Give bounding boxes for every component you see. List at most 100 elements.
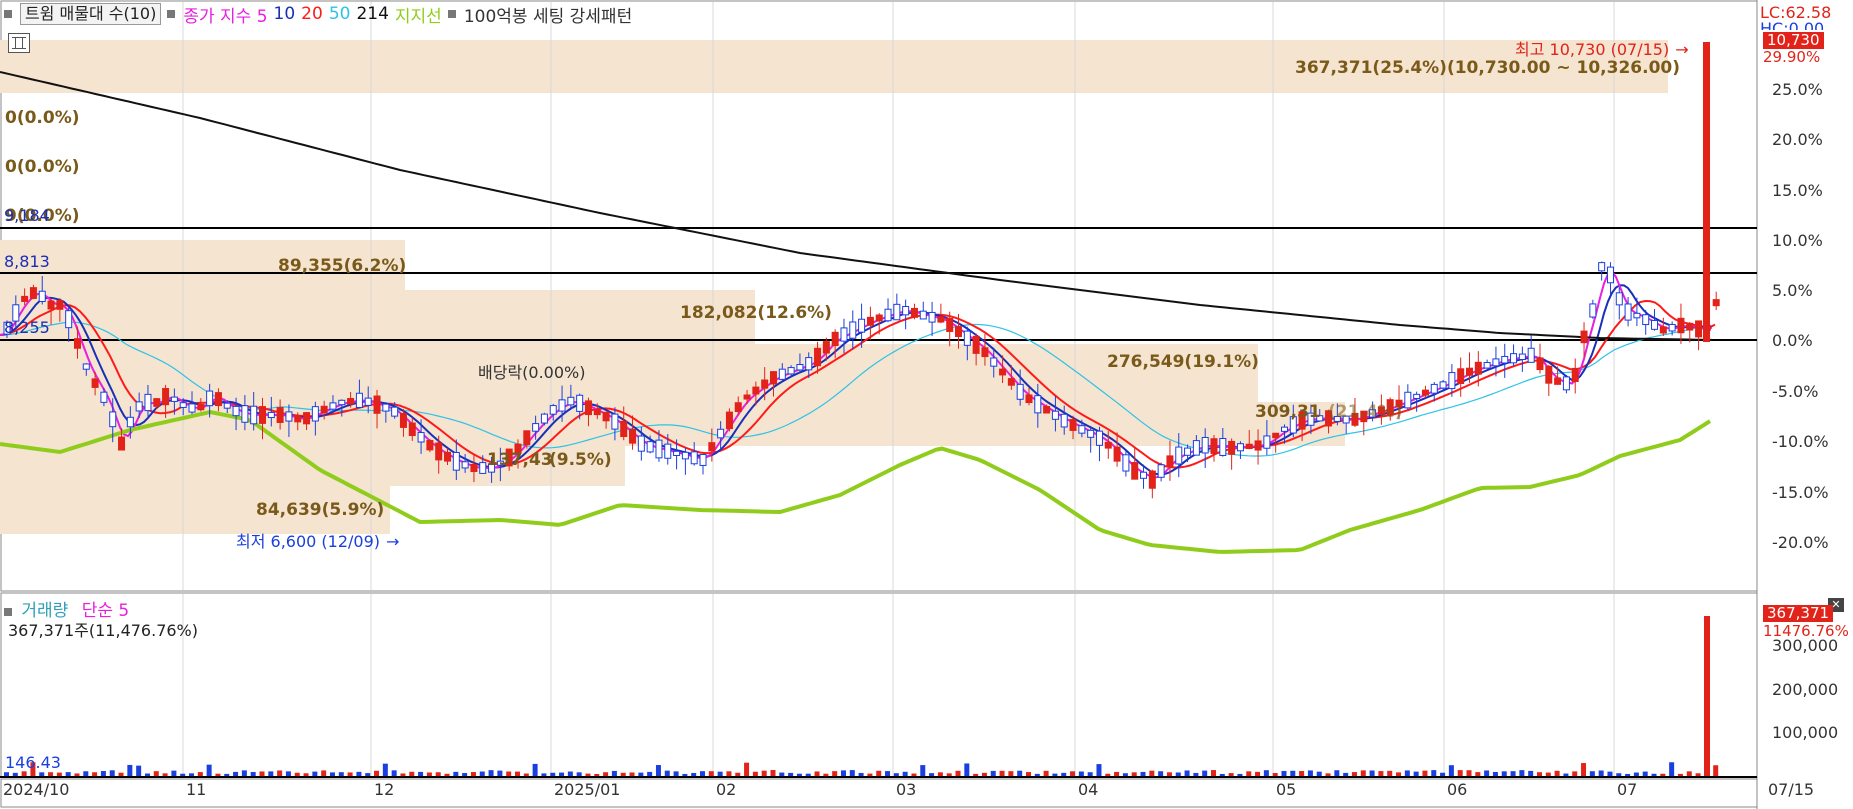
volume-bar[interactable] (1695, 773, 1701, 776)
volume-bar[interactable] (1290, 770, 1296, 776)
volume-bar[interactable] (418, 771, 424, 776)
volume-bar[interactable] (770, 770, 776, 776)
volume-bar[interactable] (541, 773, 547, 776)
volume-bar[interactable] (56, 772, 62, 776)
volume-bar[interactable] (1563, 773, 1569, 776)
volume-bar[interactable] (74, 773, 80, 776)
volume-bar[interactable] (717, 771, 723, 776)
volume-bar[interactable] (973, 773, 979, 776)
volume-bar[interactable] (1404, 770, 1410, 776)
volume-bar[interactable] (603, 772, 609, 776)
volume-bar[interactable] (559, 772, 565, 776)
volume-bar[interactable] (92, 772, 98, 776)
volume-bar[interactable] (1686, 771, 1692, 776)
volume-bar[interactable] (708, 771, 714, 776)
volume-bar[interactable] (329, 772, 335, 776)
volume-bar[interactable] (1492, 772, 1498, 776)
volume-bar[interactable] (268, 771, 274, 776)
volume-bar[interactable] (1343, 772, 1349, 776)
volume-bar[interactable] (1325, 773, 1331, 776)
volume-bar[interactable] (1131, 772, 1137, 776)
volume-bar[interactable] (1087, 772, 1093, 776)
volume-bar[interactable] (664, 770, 670, 776)
volume-bar[interactable] (1246, 771, 1252, 776)
volume-bar[interactable] (1625, 773, 1631, 776)
volume-bar[interactable] (1457, 770, 1463, 776)
volume-bar[interactable] (39, 772, 45, 776)
volume-bar[interactable] (858, 772, 864, 776)
volume-bar[interactable] (1351, 772, 1357, 776)
volume-bar[interactable] (1528, 770, 1534, 776)
volume-bar[interactable] (1598, 770, 1604, 776)
volume-bar[interactable] (1431, 770, 1437, 776)
price-legend-icon[interactable] (167, 10, 176, 18)
volume-bar[interactable] (611, 770, 617, 776)
volume-bar[interactable] (638, 772, 644, 776)
volume-bar[interactable] (1105, 773, 1111, 776)
candle-last[interactable] (1703, 42, 1710, 342)
volume-bar[interactable] (796, 773, 802, 776)
volume-bar[interactable] (700, 771, 706, 776)
volume-bar[interactable] (100, 771, 106, 776)
volume-bar[interactable] (867, 773, 873, 776)
volume-bar[interactable] (1114, 771, 1120, 776)
volume-bar[interactable] (1422, 770, 1428, 776)
volume-bar[interactable] (1369, 770, 1375, 776)
volume-bar[interactable] (1316, 771, 1322, 776)
volume-bar[interactable] (1158, 771, 1164, 776)
volume-bar[interactable] (1660, 773, 1666, 776)
volume-bar[interactable] (127, 764, 133, 776)
legend-toggle-icon[interactable] (4, 10, 12, 18)
volume-bar[interactable] (1413, 771, 1419, 776)
volume-bar[interactable] (682, 773, 688, 776)
grid-icon[interactable] (8, 33, 30, 53)
volume-bar[interactable] (876, 770, 882, 776)
volume-bar[interactable] (197, 772, 203, 776)
volume-bar[interactable] (1228, 773, 1234, 776)
volume-bar[interactable] (48, 772, 54, 776)
volume-bar[interactable] (83, 771, 89, 776)
volume-bar[interactable] (1554, 770, 1560, 776)
volume-bar[interactable] (1219, 773, 1225, 776)
price-chart[interactable] (0, 0, 1853, 809)
volume-bar[interactable] (1607, 771, 1613, 776)
volume-bar[interactable] (744, 762, 750, 776)
volume-bar[interactable] (1642, 771, 1648, 776)
volume-bar[interactable] (189, 773, 195, 776)
volume-bar[interactable] (1440, 772, 1446, 776)
volume-bar[interactable] (144, 773, 150, 776)
volume-bar[interactable] (294, 772, 300, 776)
volume-bar[interactable] (788, 772, 794, 776)
volume-bar[interactable] (1651, 773, 1657, 776)
volume-bar[interactable] (1061, 772, 1067, 776)
volume-bar[interactable] (1713, 765, 1719, 776)
volume-bar[interactable] (929, 773, 935, 776)
volume-bar[interactable] (832, 771, 838, 776)
volume-bar[interactable] (1299, 771, 1305, 776)
volume-bar[interactable] (990, 770, 996, 776)
volume-bar[interactable] (840, 770, 846, 776)
volume-bar[interactable] (1043, 770, 1049, 776)
volume-bar[interactable] (1510, 771, 1516, 776)
volume-bar[interactable] (1669, 762, 1675, 776)
volume-bar[interactable] (885, 771, 891, 776)
volume-bar[interactable] (726, 771, 732, 776)
volume-bar[interactable] (1581, 763, 1587, 776)
pattern-legend-icon[interactable] (447, 10, 456, 18)
volume-bar[interactable] (21, 771, 27, 776)
volume-bar[interactable] (1237, 773, 1243, 776)
volume-bar[interactable] (479, 771, 485, 776)
volume-bar[interactable] (1193, 772, 1199, 776)
volume-bar[interactable] (946, 773, 952, 776)
volume-bar[interactable] (215, 773, 221, 776)
volume-bar-last[interactable] (1704, 616, 1710, 776)
volume-bar[interactable] (338, 772, 344, 776)
volume-bar[interactable] (920, 765, 926, 776)
volume-bar[interactable] (321, 770, 327, 776)
volume-bar[interactable] (523, 773, 529, 776)
volume-bar[interactable] (1096, 764, 1102, 776)
volume-bar[interactable] (180, 773, 186, 776)
volume-bar[interactable] (1633, 772, 1639, 776)
volume-bar[interactable] (453, 771, 459, 776)
volume-bar[interactable] (233, 771, 239, 776)
